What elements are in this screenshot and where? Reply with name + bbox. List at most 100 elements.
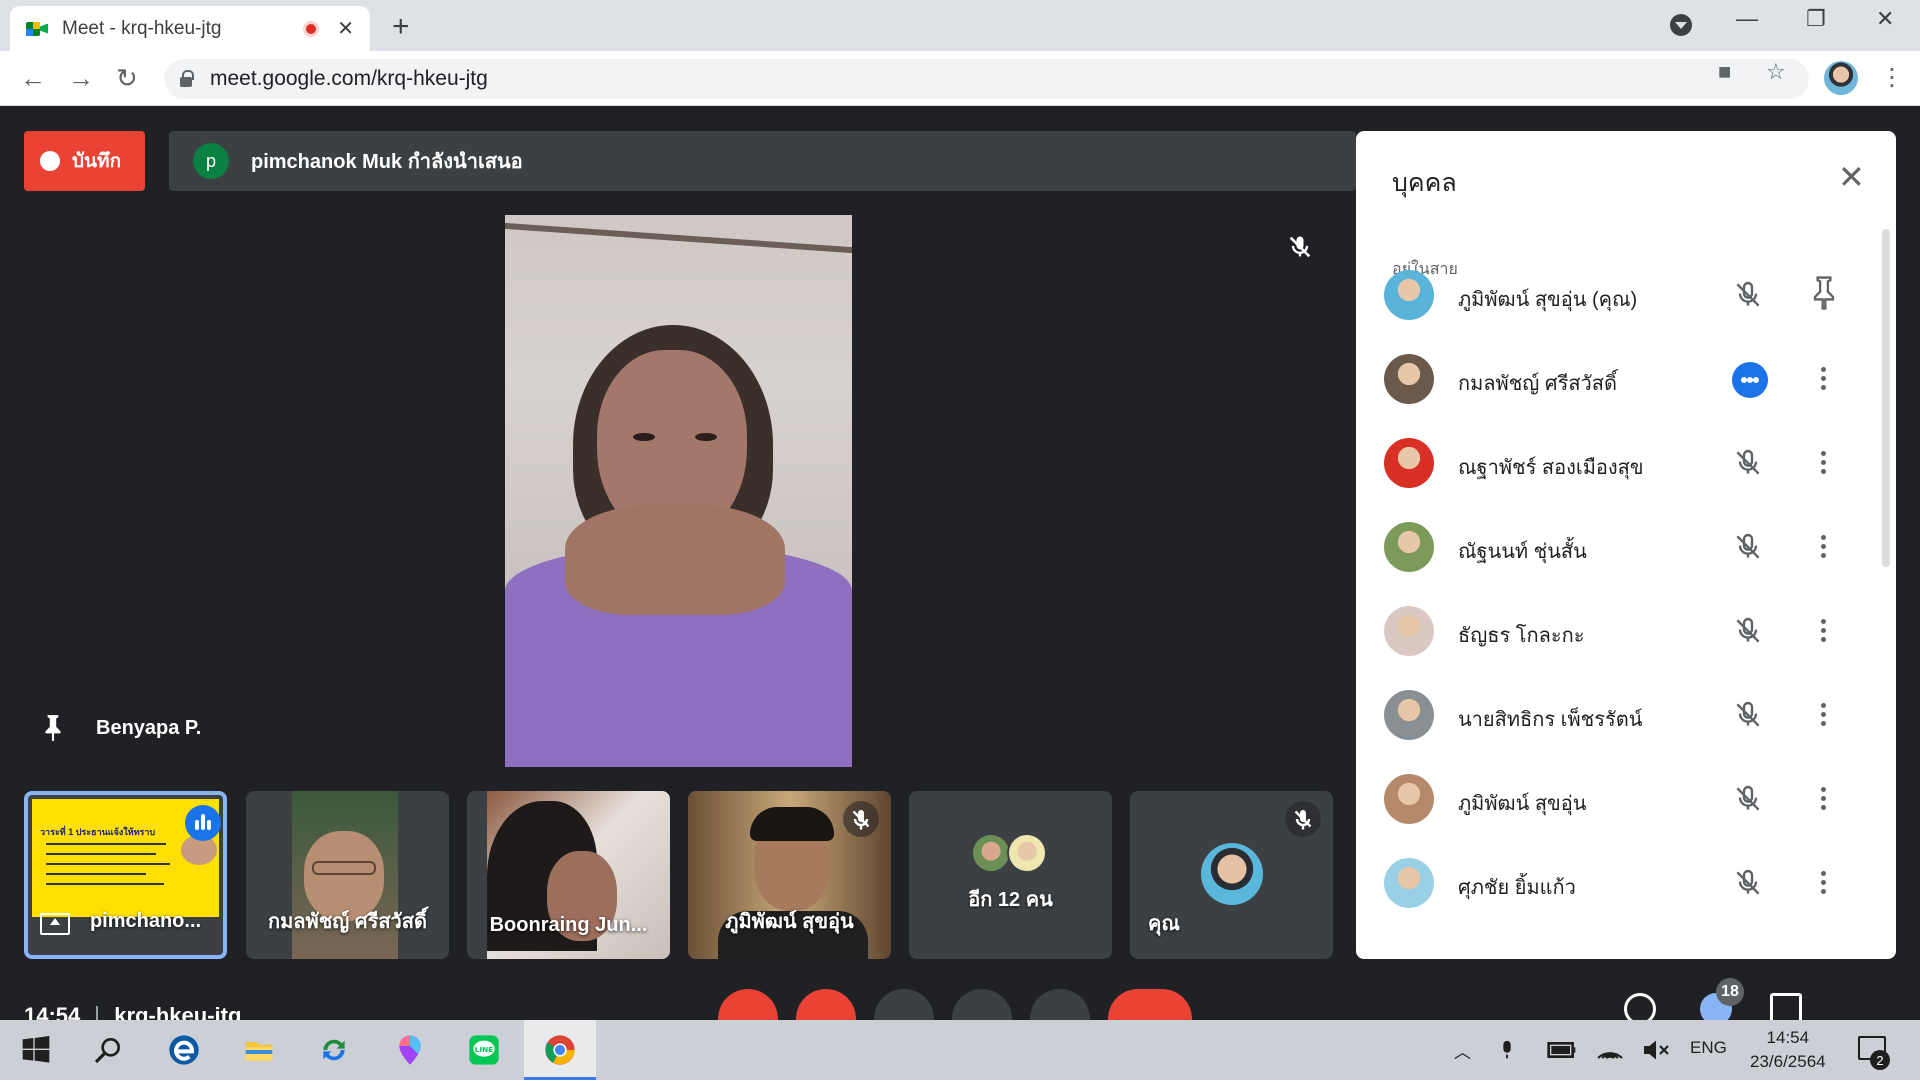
tab-close-icon[interactable]: ✕ <box>337 16 354 41</box>
presenter-avatar: p <box>193 143 229 179</box>
participant-row[interactable]: ณฐาพัชร์ สองเมืองสุข <box>1356 421 1876 505</box>
activities-icon[interactable] <box>1842 993 1874 1020</box>
forward-button[interactable]: → <box>68 63 94 94</box>
filmstrip-tile-self[interactable]: คุณ <box>1130 791 1333 959</box>
mic-off-icon[interactable] <box>1732 867 1764 899</box>
meeting-info-icon[interactable] <box>1624 993 1656 1020</box>
new-tab-button[interactable]: + <box>392 10 410 44</box>
chat-icon[interactable] <box>1770 993 1802 1020</box>
more-options-icon[interactable] <box>1810 617 1838 645</box>
meeting-code: krq-hkeu-jtg <box>114 1003 242 1020</box>
maps-pin-app-icon[interactable] <box>394 1034 426 1066</box>
more-options-icon[interactable] <box>1810 701 1838 729</box>
meeting-details: 14:54 krq-hkeu-jtg <box>24 1003 241 1020</box>
tab-search-icon[interactable] <box>1670 14 1692 36</box>
filmstrip-tile-participant[interactable]: กมลพัชญ์ ศรีสวัสดิ์ <box>246 791 449 959</box>
minimize-button[interactable]: — <box>1736 6 1758 32</box>
more-options-icon[interactable] <box>1810 869 1838 897</box>
line-app-icon[interactable]: LINE <box>468 1034 500 1066</box>
participant-avatar <box>1384 858 1434 908</box>
main-video[interactable] <box>505 215 852 767</box>
audio-activity-icon <box>1732 362 1768 398</box>
mic-off-icon[interactable] <box>1732 783 1764 815</box>
participant-row[interactable]: นายสิทธิกร เพ็ชรรัตน์ <box>1356 673 1876 757</box>
volume-muted-icon[interactable] <box>1640 1034 1672 1066</box>
mic-off-icon[interactable] <box>1732 279 1764 311</box>
tile-name: คุณ <box>1148 913 1180 935</box>
present-now-button[interactable] <box>952 989 1012 1020</box>
edge-browser-icon[interactable] <box>168 1034 200 1066</box>
participant-avatar <box>1384 270 1434 320</box>
mic-toggle-button[interactable] <box>718 989 778 1020</box>
reload-button[interactable]: ↻ <box>116 63 138 94</box>
record-dot-icon <box>40 151 60 171</box>
sync-app-icon[interactable] <box>318 1034 350 1066</box>
mic-off-icon <box>1285 801 1321 837</box>
presenting-banner: p pimchanok Muk กำลังนำเสนอ <box>169 131 1356 191</box>
chrome-icon[interactable] <box>544 1034 576 1066</box>
pin-participant-icon[interactable] <box>1808 275 1840 311</box>
participant-name: นายสิทธิกร เพ็ชรรัตน์ <box>1458 709 1643 731</box>
bookmark-star-icon[interactable]: ☆ <box>1766 59 1786 85</box>
filmstrip-tile-participant[interactable]: ภูมิพัฒน์ สุขอุ่น <box>688 791 891 959</box>
more-options-icon[interactable] <box>1810 365 1838 393</box>
mic-off-icon[interactable] <box>1732 531 1764 563</box>
filmstrip-tile-presentation[interactable]: วาระที่ 1 ประธานแจ้งให้ทราบ pimchano... <box>24 791 227 959</box>
file-explorer-icon[interactable] <box>243 1034 275 1066</box>
back-button[interactable]: ← <box>20 63 46 94</box>
input-language-indicator[interactable]: ENG <box>1690 1038 1727 1058</box>
show-hidden-icons-chevron-icon[interactable]: ︿ <box>1454 1038 1471 1063</box>
browser-menu-icon[interactable]: ⋮ <box>1880 63 1904 92</box>
participant-row[interactable]: ธัญธร โกละกะ <box>1356 589 1876 673</box>
filmstrip-tile-more[interactable]: อีก 12 คน <box>909 791 1112 959</box>
more-options-icon[interactable] <box>1810 449 1838 477</box>
panel-scrollbar[interactable] <box>1882 229 1890 567</box>
participant-avatar <box>1384 690 1434 740</box>
participant-row[interactable]: ภูมิพัฒน์ สุขอุ่น <box>1356 757 1876 841</box>
leave-call-button[interactable] <box>1108 989 1192 1020</box>
meeting-controls-bar: 14:54 krq-hkeu-jtg <box>0 985 1920 1020</box>
tile-name: Boonraing Jun... <box>489 914 648 936</box>
search-icon[interactable] <box>92 1034 124 1066</box>
restore-button[interactable]: ❐ <box>1806 6 1826 32</box>
camera-in-use-icon[interactable]: ■ <box>1718 59 1731 85</box>
raise-hand-button[interactable] <box>874 989 934 1020</box>
system-clock[interactable]: 14:54 23/6/2564 <box>1750 1026 1826 1074</box>
mic-off-icon <box>1289 236 1311 258</box>
mic-off-icon[interactable] <box>1732 447 1764 479</box>
participant-row[interactable]: กมลพัชญ์ ศรีสวัสดิ์ <box>1356 337 1876 421</box>
more-options-icon[interactable] <box>1810 533 1838 561</box>
participant-avatar <box>1384 438 1434 488</box>
address-bar[interactable]: meet.google.com/krq-hkeu-jtg <box>164 59 1809 99</box>
windows-start-icon[interactable] <box>20 1034 52 1066</box>
wifi-icon[interactable] <box>1594 1034 1626 1066</box>
tile-name: กมลพัชญ์ ศรีสวัสดิ์ <box>268 911 427 933</box>
microphone-tray-icon[interactable] <box>1496 1034 1518 1066</box>
browser-tab-meet[interactable]: Meet - krq-hkeu-jtg ✕ <box>10 6 370 51</box>
battery-icon[interactable] <box>1546 1034 1578 1066</box>
mic-off-icon[interactable] <box>1732 699 1764 731</box>
clock-time: 14:54 <box>1766 1028 1810 1047</box>
participant-avatar <box>1384 354 1434 404</box>
participant-row[interactable]: ศุภชัย ยิ้มแก้ว <box>1356 841 1876 925</box>
more-participants-label: อีก 12 คน <box>968 889 1053 911</box>
window-close-button[interactable]: ✕ <box>1876 6 1894 32</box>
profile-avatar[interactable] <box>1824 61 1858 95</box>
mic-off-icon[interactable] <box>1732 615 1764 647</box>
participant-avatar <box>1384 774 1434 824</box>
panel-close-button[interactable]: ✕ <box>1838 161 1865 193</box>
camera-toggle-button[interactable] <box>796 989 856 1020</box>
url-text[interactable]: meet.google.com/krq-hkeu-jtg <box>210 67 488 91</box>
more-options-button[interactable] <box>1030 989 1090 1020</box>
svg-text:LINE: LINE <box>475 1045 494 1054</box>
participant-name: ภูมิพัฒน์ สุขอุ่น (คุณ) <box>1458 289 1638 311</box>
filmstrip-tile-participant[interactable]: Boonraing Jun... <box>467 791 670 959</box>
pinned-participant-label[interactable]: Benyapa P. <box>40 713 201 743</box>
participant-row[interactable]: ณัฐนนท์ ชุ่นสั้น <box>1356 505 1876 589</box>
participant-name: ภูมิพัฒน์ สุขอุ่น <box>1458 793 1587 815</box>
more-options-icon[interactable] <box>1810 785 1838 813</box>
lock-icon[interactable] <box>180 70 194 87</box>
recording-button[interactable]: บันทึก <box>24 131 145 191</box>
participant-row[interactable]: ภูมิพัฒน์ สุขอุ่น (คุณ) <box>1356 253 1876 337</box>
browser-tab-strip: Meet - krq-hkeu-jtg ✕ + — ❐ ✕ <box>0 0 1920 51</box>
